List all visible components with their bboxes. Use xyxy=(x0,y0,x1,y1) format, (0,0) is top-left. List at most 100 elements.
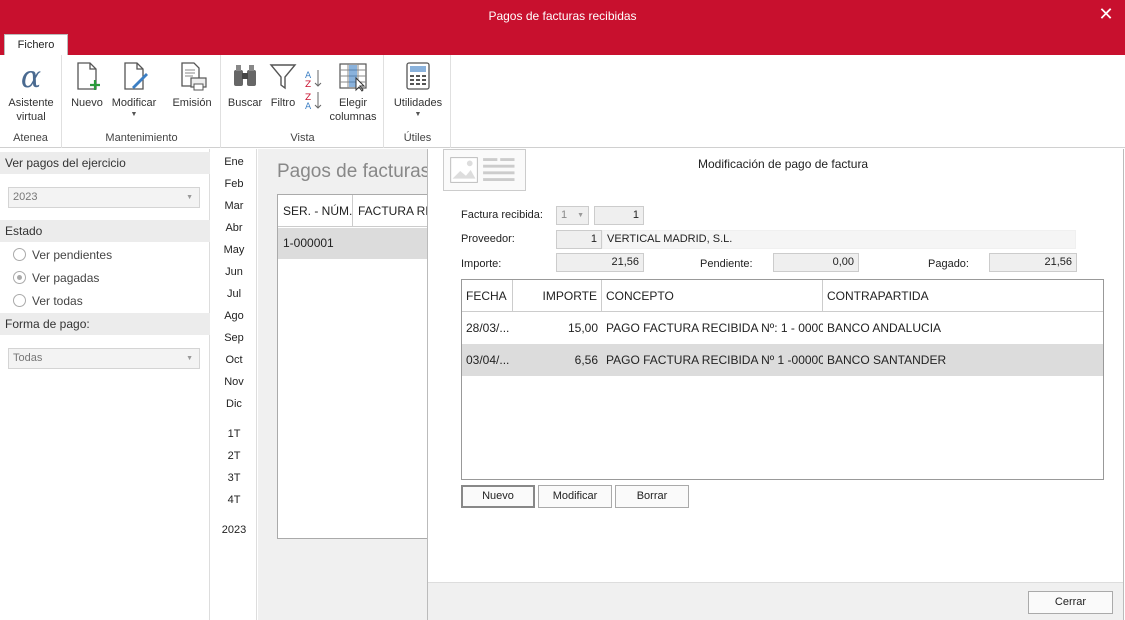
proveedor-code-field[interactable]: 1 xyxy=(556,230,602,249)
modify-button[interactable]: Modificar ▼ xyxy=(107,60,161,120)
left-filter-panel: Ver pagos del ejercicio 2023 ▼ Estado Ve… xyxy=(0,149,210,620)
column-header-concepto[interactable]: CONCEPTO xyxy=(602,280,823,312)
cell-concepto: PAGO FACTURA RECIBIDA Nº: 1 - 0000... xyxy=(606,321,823,335)
month-item[interactable]: May xyxy=(211,244,257,256)
payments-detail-table: FECHA IMPORTE CONCEPTO CONTRAPARTIDA 28/… xyxy=(461,279,1104,480)
cell-importe: 6,56 xyxy=(574,353,598,367)
assistant-button[interactable]: α Asistente virtual xyxy=(2,60,60,124)
quarter-item[interactable]: 1T xyxy=(211,428,257,440)
pagado-label: Pagado: xyxy=(928,258,969,270)
month-item[interactable]: Feb xyxy=(211,178,257,190)
ribbon-group-mantenimiento: Nuevo Modificar ▼ Emisión Mantenimiento xyxy=(63,55,221,148)
chevron-down-icon: ▼ xyxy=(186,355,193,362)
delete-payment-button[interactable]: Borrar xyxy=(615,485,689,508)
new-button[interactable]: Nuevo xyxy=(67,60,107,110)
svg-text:Z: Z xyxy=(305,80,311,90)
year-item[interactable]: 2023 xyxy=(211,524,257,536)
table-row[interactable]: 1-000001 xyxy=(278,228,428,259)
quarter-item[interactable]: 4T xyxy=(211,494,257,506)
group-label-mantenimiento: Mantenimiento xyxy=(105,132,178,144)
new-document-icon xyxy=(77,62,100,90)
month-item[interactable]: Ene xyxy=(211,156,257,168)
radio-label: Ver pendientes xyxy=(32,248,113,262)
table-row[interactable]: 28/03/... 15,00 PAGO FACTURA RECIBIDA Nº… xyxy=(462,312,1103,344)
factura-serie-value: 1 xyxy=(561,209,568,221)
utilities-label: Utilidades xyxy=(393,97,443,109)
dialog-image-icon xyxy=(443,149,526,191)
svg-text:α: α xyxy=(21,60,41,92)
sort-button[interactable]: A Z Z A xyxy=(302,60,324,110)
factura-number-field[interactable]: 1 xyxy=(594,206,644,225)
month-item[interactable]: Jul xyxy=(211,288,257,300)
quarter-item[interactable]: 3T xyxy=(211,472,257,484)
columns-icon xyxy=(339,63,367,92)
title-bar: Pagos de facturas recibidas ✕ xyxy=(0,0,1125,32)
table-row[interactable]: 03/04/... 6,56 PAGO FACTURA RECIBIDA Nº … xyxy=(462,344,1103,376)
month-item[interactable]: Jun xyxy=(211,266,257,278)
radio-ver-todas[interactable]: Ver todas xyxy=(13,292,83,310)
forma-pago-select[interactable]: Todas ▼ xyxy=(8,348,200,369)
radio-ver-pendientes[interactable]: Ver pendientes xyxy=(13,246,112,264)
month-item[interactable]: Mar xyxy=(211,200,257,212)
payments-grid: SER. - NÚM. FACTURA REC 1-000001 xyxy=(277,194,429,539)
assistant-label: Asistente virtual xyxy=(8,97,54,123)
pendiente-field: 0,00 xyxy=(773,253,859,272)
month-item[interactable]: Oct xyxy=(211,354,257,366)
radio-label: Ver todas xyxy=(32,294,83,308)
ribbon-group-vista: Buscar Filtro A Z Z A Elegir columnas Vi… xyxy=(222,55,384,148)
proveedor-name-field: VERTICAL MADRID, S.L. xyxy=(602,230,1076,249)
radio-ver-pagadas[interactable]: Ver pagadas xyxy=(13,269,99,287)
cell-contrapartida: BANCO ANDALUCIA xyxy=(827,321,942,335)
ejercicio-section-label: Ver pagos del ejercicio xyxy=(0,152,210,174)
radio-label: Ver pagadas xyxy=(32,271,100,285)
proveedor-label: Proveedor: xyxy=(461,233,515,245)
column-header-serie[interactable]: SER. - NÚM. xyxy=(278,195,353,227)
choose-columns-button[interactable]: Elegir columnas xyxy=(326,60,380,124)
close-icon[interactable]: ✕ xyxy=(1097,4,1115,24)
column-header-fecha[interactable]: FECHA xyxy=(462,280,513,312)
column-header-factura[interactable]: FACTURA REC xyxy=(353,195,428,227)
pagado-field: 21,56 xyxy=(989,253,1077,272)
chevron-down-icon: ▼ xyxy=(130,111,138,118)
column-header-importe[interactable]: IMPORTE xyxy=(513,280,602,312)
window-title: Pagos de facturas recibidas xyxy=(488,9,637,23)
ribbon-group-atenea: α Asistente virtual Atenea xyxy=(0,55,62,148)
print-document-icon xyxy=(181,62,207,91)
emission-button[interactable]: Emisión xyxy=(169,60,215,110)
period-list: Ene Feb Mar Abr May Jun Jul Ago Sep Oct … xyxy=(211,149,257,620)
ribbon-group-utiles: Utilidades ▼ Útiles xyxy=(385,55,451,148)
binoculars-icon xyxy=(234,65,256,86)
modify-label: Modificar xyxy=(111,97,157,109)
new-payment-button[interactable]: Nuevo xyxy=(461,485,535,508)
estado-section-label: Estado xyxy=(0,220,210,242)
ejercicio-select[interactable]: 2023 ▼ xyxy=(8,187,200,208)
search-label: Buscar xyxy=(227,97,263,109)
month-item[interactable]: Ago xyxy=(211,310,257,322)
factura-label: Factura recibida: xyxy=(461,209,543,221)
month-item[interactable]: Abr xyxy=(211,222,257,234)
calculator-icon xyxy=(406,62,430,90)
search-button[interactable]: Buscar xyxy=(226,60,264,110)
alpha-icon: α xyxy=(21,60,41,92)
chevron-down-icon: ▼ xyxy=(414,111,422,118)
month-item[interactable]: Sep xyxy=(211,332,257,344)
filter-button[interactable]: Filtro xyxy=(266,60,300,110)
modify-payment-button[interactable]: Modificar xyxy=(538,485,612,508)
close-button[interactable]: Cerrar xyxy=(1028,591,1113,614)
page-title: Pagos de facturas xyxy=(277,161,431,182)
month-item[interactable]: Dic xyxy=(211,398,257,410)
cell-concepto: PAGO FACTURA RECIBIDA Nº 1 -000001 xyxy=(606,353,823,367)
factura-serie-select[interactable]: 1 ▼ xyxy=(556,206,589,225)
ribbon: α Asistente virtual Atenea Nuevo Modific… xyxy=(0,55,1125,148)
modify-payment-dialog: Modificación de pago de factura Factura … xyxy=(427,149,1124,620)
tab-fichero[interactable]: Fichero xyxy=(4,34,68,55)
quarter-item[interactable]: 2T xyxy=(211,450,257,462)
utilities-button[interactable]: Utilidades ▼ xyxy=(389,60,447,120)
forma-pago-section-label: Forma de pago: xyxy=(0,313,210,335)
new-label: Nuevo xyxy=(71,97,103,109)
dialog-title: Modificación de pago de factura xyxy=(698,157,869,171)
ejercicio-value: 2023 xyxy=(13,191,38,203)
column-header-contrapartida[interactable]: CONTRAPARTIDA xyxy=(823,280,1103,312)
month-item[interactable]: Nov xyxy=(211,376,257,388)
ribbon-tab-row: Fichero xyxy=(0,32,1125,55)
